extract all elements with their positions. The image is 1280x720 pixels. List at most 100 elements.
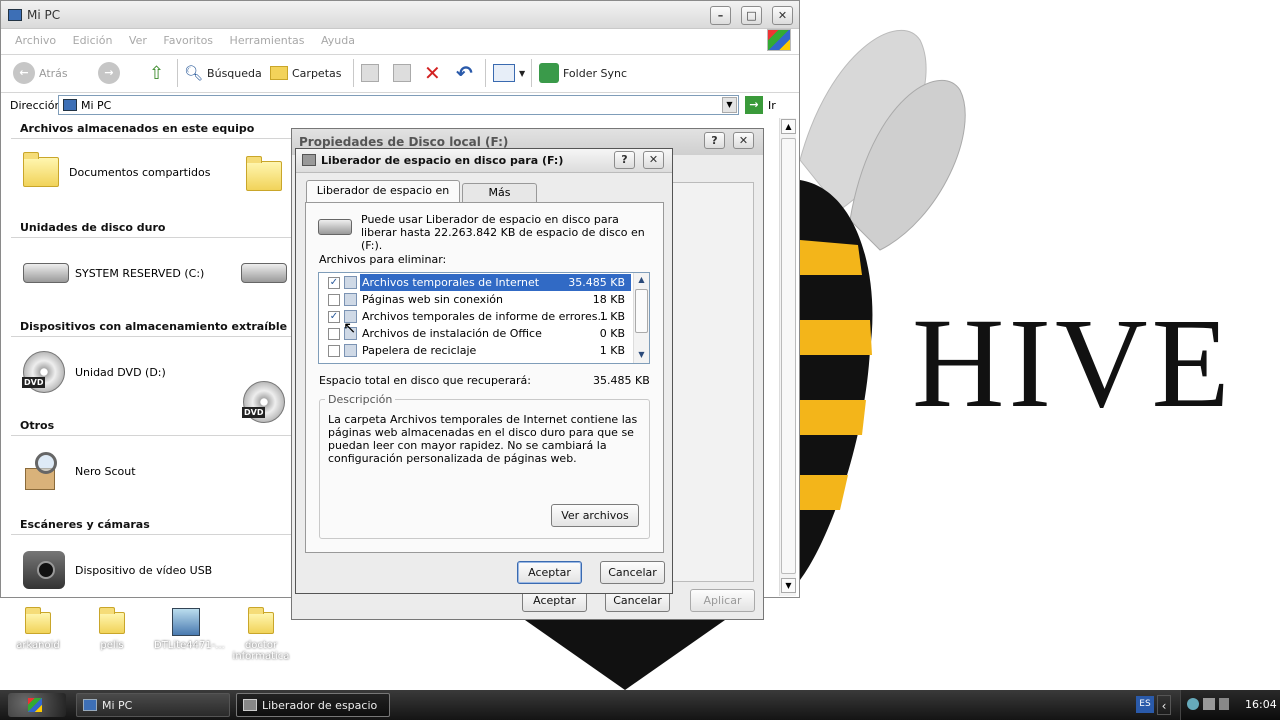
item-dvd-d[interactable]: DVD Unidad DVD (D:) bbox=[22, 351, 166, 393]
explorer-titlebar[interactable]: Mi PC – □ ✕ bbox=[1, 1, 799, 29]
computer-icon bbox=[8, 9, 22, 21]
address-field[interactable]: Mi PC ▼ bbox=[58, 95, 739, 115]
item-usb-video[interactable]: Dispositivo de vídeo USB bbox=[23, 551, 212, 589]
up-folder-button[interactable]: ⇧ bbox=[149, 61, 164, 85]
list-scrollbar[interactable]: ▲ ▼ bbox=[633, 273, 649, 363]
checkbox-checked[interactable]: ✓ bbox=[328, 311, 340, 323]
item-size: 35.485 KB bbox=[568, 276, 625, 289]
desktop-icon-arkanoid[interactable]: arkanoid bbox=[6, 607, 70, 651]
desktop-icon-dtlite[interactable]: DTLite4471-... bbox=[154, 608, 225, 651]
back-button[interactable]: ← Atrás bbox=[13, 61, 68, 85]
task-label: Mi PC bbox=[102, 699, 133, 712]
desktop-icon-pelis[interactable]: pelis bbox=[80, 607, 144, 651]
close-button[interactable]: ✕ bbox=[643, 151, 664, 169]
item-nero-scout[interactable]: Nero Scout bbox=[23, 450, 136, 492]
cleanup-accept-button[interactable]: Aceptar bbox=[517, 561, 582, 584]
item-name: Páginas web sin conexión bbox=[362, 293, 503, 306]
list-item[interactable]: Archivos de instalación de Office 0 KB bbox=[319, 325, 649, 342]
vertical-scrollbar[interactable]: ▲ ▼ bbox=[779, 118, 796, 596]
hard-drive-icon[interactable] bbox=[241, 263, 287, 283]
item-drive-c[interactable]: SYSTEM RESERVED (C:) bbox=[23, 263, 204, 283]
item-label: Documentos compartidos bbox=[69, 165, 211, 179]
apply-button[interactable]: Aplicar bbox=[690, 589, 755, 612]
menu-edicion[interactable]: Edición bbox=[73, 34, 113, 47]
hard-drive-icon bbox=[23, 263, 69, 283]
folder-sync-button[interactable]: Folder Sync bbox=[539, 61, 627, 85]
folder-sync-label: Folder Sync bbox=[563, 66, 628, 80]
undo-button[interactable]: ↶ bbox=[456, 61, 473, 85]
menu-archivo[interactable]: Archivo bbox=[15, 34, 56, 47]
dvd-drive-icon[interactable]: DVD bbox=[242, 381, 285, 423]
start-button[interactable] bbox=[8, 693, 66, 717]
language-indicator[interactable]: ES bbox=[1136, 696, 1154, 713]
menu-bar: Archivo Edición Ver Favoritos Herramient… bbox=[15, 34, 368, 47]
close-button[interactable]: ✕ bbox=[733, 132, 754, 149]
computer-icon bbox=[83, 699, 97, 711]
checkbox-checked[interactable]: ✓ bbox=[328, 277, 340, 289]
views-button[interactable]: ▼ bbox=[493, 61, 525, 85]
cleanup-titlebar[interactable]: Liberador de espacio en disco para (F:) … bbox=[296, 149, 672, 173]
item-size: 18 KB bbox=[592, 293, 625, 306]
desktop-icon-label: pelis bbox=[100, 640, 124, 651]
folders-button[interactable]: Carpetas bbox=[270, 61, 341, 85]
folder-icon bbox=[248, 607, 274, 634]
go-arrow-icon[interactable]: → bbox=[745, 96, 763, 114]
task-mi-pc[interactable]: Mi PC bbox=[76, 693, 230, 717]
scroll-up-icon[interactable]: ▲ bbox=[634, 273, 649, 287]
scroll-down-icon[interactable]: ▼ bbox=[781, 578, 796, 593]
checkbox-unchecked[interactable] bbox=[328, 328, 340, 340]
copy-to-button[interactable] bbox=[393, 61, 411, 85]
tray-app-icon[interactable] bbox=[1219, 698, 1229, 710]
go-label[interactable]: Ir bbox=[768, 99, 776, 112]
search-button[interactable]: 🔍︎ Búsqueda bbox=[184, 61, 262, 85]
bee-stinger bbox=[525, 620, 725, 690]
section-title-hard-drives: Unidades de disco duro bbox=[20, 221, 166, 234]
tab-more-options[interactable]: Más opciones bbox=[462, 183, 537, 216]
checkbox-unchecked[interactable] bbox=[328, 294, 340, 306]
scroll-down-icon[interactable]: ▼ bbox=[634, 348, 649, 362]
move-to-button[interactable] bbox=[361, 61, 379, 85]
list-item[interactable]: ✓ Archivos temporales de informe de erro… bbox=[319, 308, 649, 325]
close-button[interactable]: ✕ bbox=[772, 6, 793, 25]
menu-herramientas[interactable]: Herramientas bbox=[230, 34, 305, 47]
maximize-button[interactable]: □ bbox=[741, 6, 762, 25]
checkbox-unchecked[interactable] bbox=[328, 345, 340, 357]
list-item[interactable]: Papelera de reciclaje 1 KB bbox=[319, 342, 649, 359]
minimize-button[interactable]: – bbox=[710, 6, 731, 25]
computer-icon bbox=[63, 99, 77, 111]
address-label: Dirección bbox=[10, 99, 62, 112]
desktop-icon-doctor[interactable]: doctor informatica bbox=[229, 607, 293, 662]
cleanup-cancel-button[interactable]: Cancelar bbox=[600, 561, 665, 584]
folder-icon[interactable] bbox=[246, 156, 282, 191]
list-item[interactable]: ✓ Archivos temporales de Internet 35.485… bbox=[319, 274, 649, 291]
scroll-up-icon[interactable]: ▲ bbox=[781, 119, 796, 134]
network-icon[interactable] bbox=[1187, 698, 1199, 710]
description-text: La carpeta Archivos temporales de Intern… bbox=[328, 413, 638, 465]
move-icon bbox=[361, 64, 379, 82]
scroll-thumb[interactable] bbox=[781, 138, 796, 574]
dvd-drive-icon: DVD bbox=[22, 351, 65, 393]
menu-ver[interactable]: Ver bbox=[129, 34, 147, 47]
delete-button[interactable]: ✕ bbox=[424, 61, 441, 85]
view-files-button[interactable]: Ver archivos bbox=[551, 504, 639, 527]
tab-disk-cleanup[interactable]: Liberador de espacio en disco bbox=[306, 180, 460, 217]
list-item[interactable]: Páginas web sin conexión 18 KB bbox=[319, 291, 649, 308]
address-value: Mi PC bbox=[81, 99, 112, 112]
item-name: Archivos temporales de Internet bbox=[362, 276, 540, 289]
item-shared-docs[interactable]: Documentos compartidos bbox=[23, 152, 211, 187]
item-label: Unidad DVD (D:) bbox=[75, 365, 166, 379]
help-button[interactable]: ? bbox=[704, 132, 725, 149]
menu-ayuda[interactable]: Ayuda bbox=[321, 34, 355, 47]
forward-button[interactable]: → bbox=[98, 61, 120, 85]
scroll-thumb[interactable] bbox=[635, 289, 648, 333]
volume-icon[interactable] bbox=[1203, 698, 1215, 710]
address-dropdown-icon[interactable]: ▼ bbox=[722, 97, 737, 113]
item-size: 1 KB bbox=[599, 344, 625, 357]
task-disk-cleanup[interactable]: Liberador de espacio ... bbox=[236, 693, 390, 720]
menu-favoritos[interactable]: Favoritos bbox=[163, 34, 213, 47]
back-label: Atrás bbox=[39, 66, 68, 80]
tray-expand-icon[interactable]: ‹ bbox=[1157, 695, 1171, 715]
help-button[interactable]: ? bbox=[614, 151, 635, 169]
files-label: Archivos para eliminar: bbox=[319, 253, 447, 266]
cleanup-title: Liberador de espacio en disco para (F:) bbox=[321, 154, 564, 167]
